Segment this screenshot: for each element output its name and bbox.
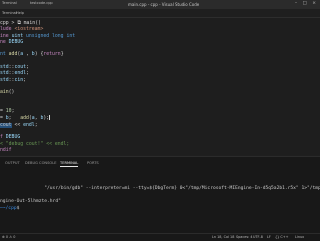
bottom-panel: OUTPUT DEBUG CONSOLE TERMINAL PORTS "/us… bbox=[0, 156, 320, 234]
code-token: cout bbox=[0, 122, 12, 128]
code-token: DEBUG bbox=[8, 39, 24, 45]
tab-output[interactable]: OUTPUT bbox=[5, 161, 20, 165]
code-token: () bbox=[8, 90, 15, 96]
code-token: endl bbox=[14, 71, 27, 77]
text-cursor bbox=[49, 115, 50, 121]
terminal-prompt[interactable]: ─~/cpp$ bbox=[0, 206, 320, 213]
title-left-label: Terminal bbox=[2, 1, 17, 5]
status-eol[interactable]: LF bbox=[267, 235, 271, 239]
code-token: ne bbox=[0, 39, 9, 45]
code-token: std bbox=[0, 71, 9, 77]
code-token: } bbox=[60, 52, 64, 58]
window-controls[interactable]: – □ × bbox=[295, 1, 318, 6]
code-token: , bbox=[23, 52, 32, 58]
terminal-output[interactable]: "/usr/bin/gdb" --interpreter=mi --tty=${… bbox=[0, 173, 320, 212]
code-token: unsigned long int bbox=[26, 33, 76, 39]
code-line[interactable]: = b; add(a, b); bbox=[0, 115, 75, 122]
code-token: ndif bbox=[0, 147, 12, 153]
code-token: ; bbox=[26, 65, 29, 71]
code-token: DEBUG bbox=[5, 135, 21, 141]
code-token: add bbox=[20, 116, 29, 122]
code-token: ; bbox=[11, 109, 15, 115]
code-token: endl bbox=[23, 122, 35, 128]
editor-tab[interactable]: testcode.cpp bbox=[30, 1, 53, 5]
code-token: cout bbox=[14, 65, 27, 71]
code-token: ; bbox=[8, 116, 21, 122]
code-token: nt bbox=[0, 52, 9, 58]
code-token: std bbox=[0, 77, 9, 83]
menu-terminal[interactable]: Terminal bbox=[2, 11, 17, 15]
code-token: ain bbox=[0, 90, 9, 96]
status-problems[interactable]: ⊗ 0 ⚠ 0 bbox=[2, 235, 15, 239]
status-language[interactable]: {} C++ bbox=[275, 235, 288, 239]
tab-debug-console[interactable]: DEBUG CONSOLE bbox=[25, 161, 56, 165]
code-token: < "debug cout!" << endl; bbox=[0, 141, 70, 147]
status-position[interactable]: Ln 18, Col 18 bbox=[212, 235, 234, 239]
code-token: ; bbox=[23, 77, 27, 83]
code-token: <iostream> bbox=[14, 27, 44, 33]
menu-help[interactable]: Help bbox=[16, 11, 24, 15]
code-token: lude bbox=[0, 27, 15, 33]
status-spaces[interactable]: Spaces: 4 bbox=[236, 235, 252, 239]
terminal-line: "/usr/bin/gdb" --interpreter=mi --tty=${… bbox=[0, 186, 320, 191]
code-lines: cpp > ⧉ main() lude <iostream> ine uint un… bbox=[0, 21, 75, 154]
code-token: ; bbox=[34, 122, 38, 128]
tab-terminal[interactable]: TERMINAL bbox=[60, 161, 79, 167]
status-encoding[interactable]: UTF-8 bbox=[253, 235, 263, 239]
code-token: cin bbox=[14, 77, 24, 83]
code-editor[interactable]: cpp > ⧉ main() lude <iostream> ine uint un… bbox=[0, 18, 320, 155]
code-token: uint bbox=[11, 33, 27, 39]
code-line[interactable]: ndif bbox=[0, 148, 75, 154]
code-token: << bbox=[11, 122, 24, 128]
code-token: return bbox=[43, 52, 61, 58]
code-token: cpp > ⧉ main() bbox=[0, 21, 41, 26]
prompt-suffix: $ bbox=[16, 205, 23, 211]
status-platform[interactable]: Linux bbox=[295, 235, 304, 239]
menu-bar: Terminal Help bbox=[0, 9, 320, 18]
prompt-path: ─~/cpp bbox=[0, 205, 17, 211]
tab-ports[interactable]: PORTS bbox=[87, 161, 99, 165]
code-token: ine bbox=[0, 33, 12, 39]
window-title: main.cpp - cpp - Visual Studio Code bbox=[128, 1, 200, 7]
code-token: ; bbox=[26, 71, 29, 77]
code-token: std bbox=[0, 65, 9, 71]
title-bar: Terminal testcode.cpp main.cpp - cpp - V… bbox=[0, 0, 320, 9]
